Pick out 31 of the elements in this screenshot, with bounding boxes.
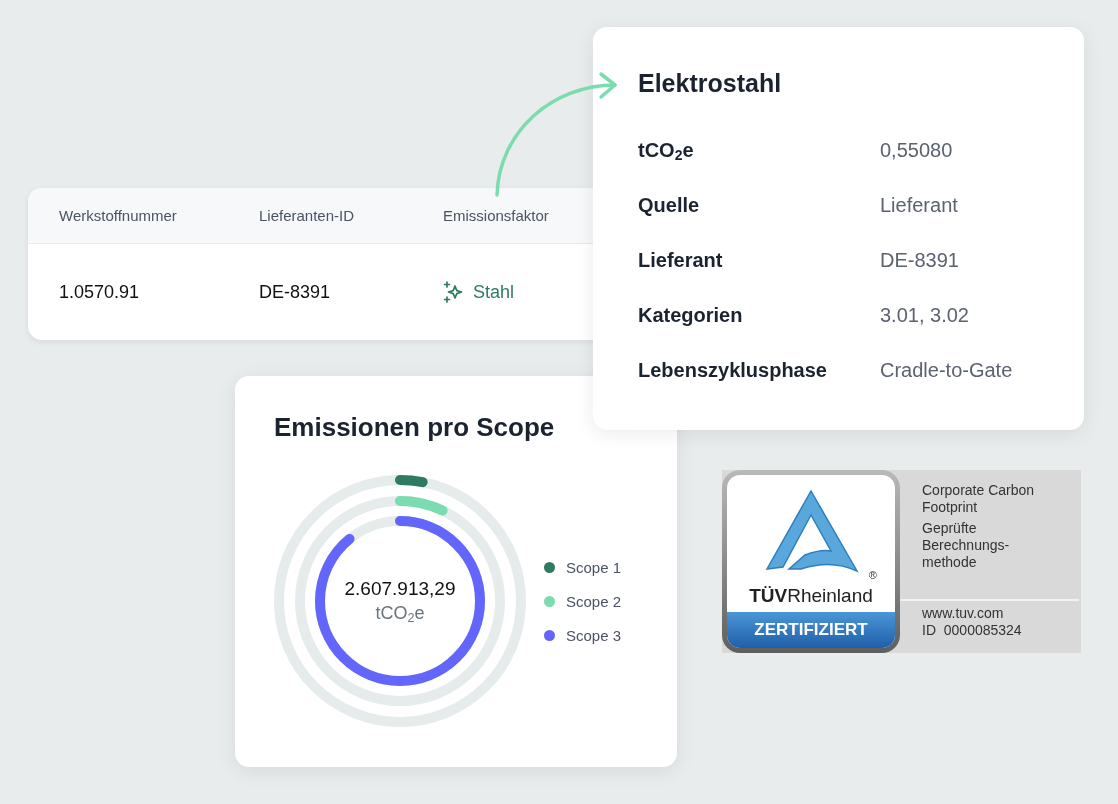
field-value: 0,55080 [880, 138, 954, 163]
field-label: Lebenszyklusphase [638, 358, 828, 383]
legend-label: Scope 1 [566, 558, 622, 576]
certificate-text: Geprüfte Berechnungs-methode [922, 520, 1011, 571]
field-value: DE-8391 [880, 248, 960, 273]
certified-banner: ZERTIFIZIERT [727, 612, 895, 648]
field-value: 3.01, 3.02 [880, 303, 970, 328]
certificate-text: Corporate Carbon Footprint [922, 482, 1036, 516]
sparkle-icon [443, 281, 465, 303]
legend-label: Scope 3 [566, 626, 622, 644]
column-header: Emissionsfaktor [443, 207, 550, 224]
chart-title: Emissionen pro Scope [274, 412, 556, 443]
legend-label: Scope 2 [566, 592, 622, 610]
column-header: Lieferanten-ID [259, 207, 356, 224]
field-label: Lieferant [638, 248, 724, 273]
field-label: Kategorien [638, 303, 744, 328]
registered-mark: ® [868, 569, 877, 581]
table-cell-link[interactable]: Stahl [473, 281, 515, 303]
certificate-id: ID 0000085324 [922, 622, 1023, 639]
field-label: Quelle [638, 193, 701, 218]
total-unit: tCO$_{2}$e [375, 603, 425, 624]
certificate-url: www.tuv.com [922, 605, 1005, 622]
table-cell-text: 1.0570.91 [59, 281, 141, 303]
table-cell-text: DE-8391 [259, 281, 332, 303]
field-value: Lieferant [880, 193, 959, 218]
field-value: Cradle-to-Gate [880, 358, 1014, 383]
total-value: 2.607.913,29 [344, 578, 456, 600]
brand-name: TÜVRheinland [749, 585, 873, 606]
field-label: tCO$_{2}$e [638, 138, 695, 163]
column-header: Werkstoffnummer [59, 207, 178, 224]
detail-title: Elektrostahl [638, 69, 783, 98]
